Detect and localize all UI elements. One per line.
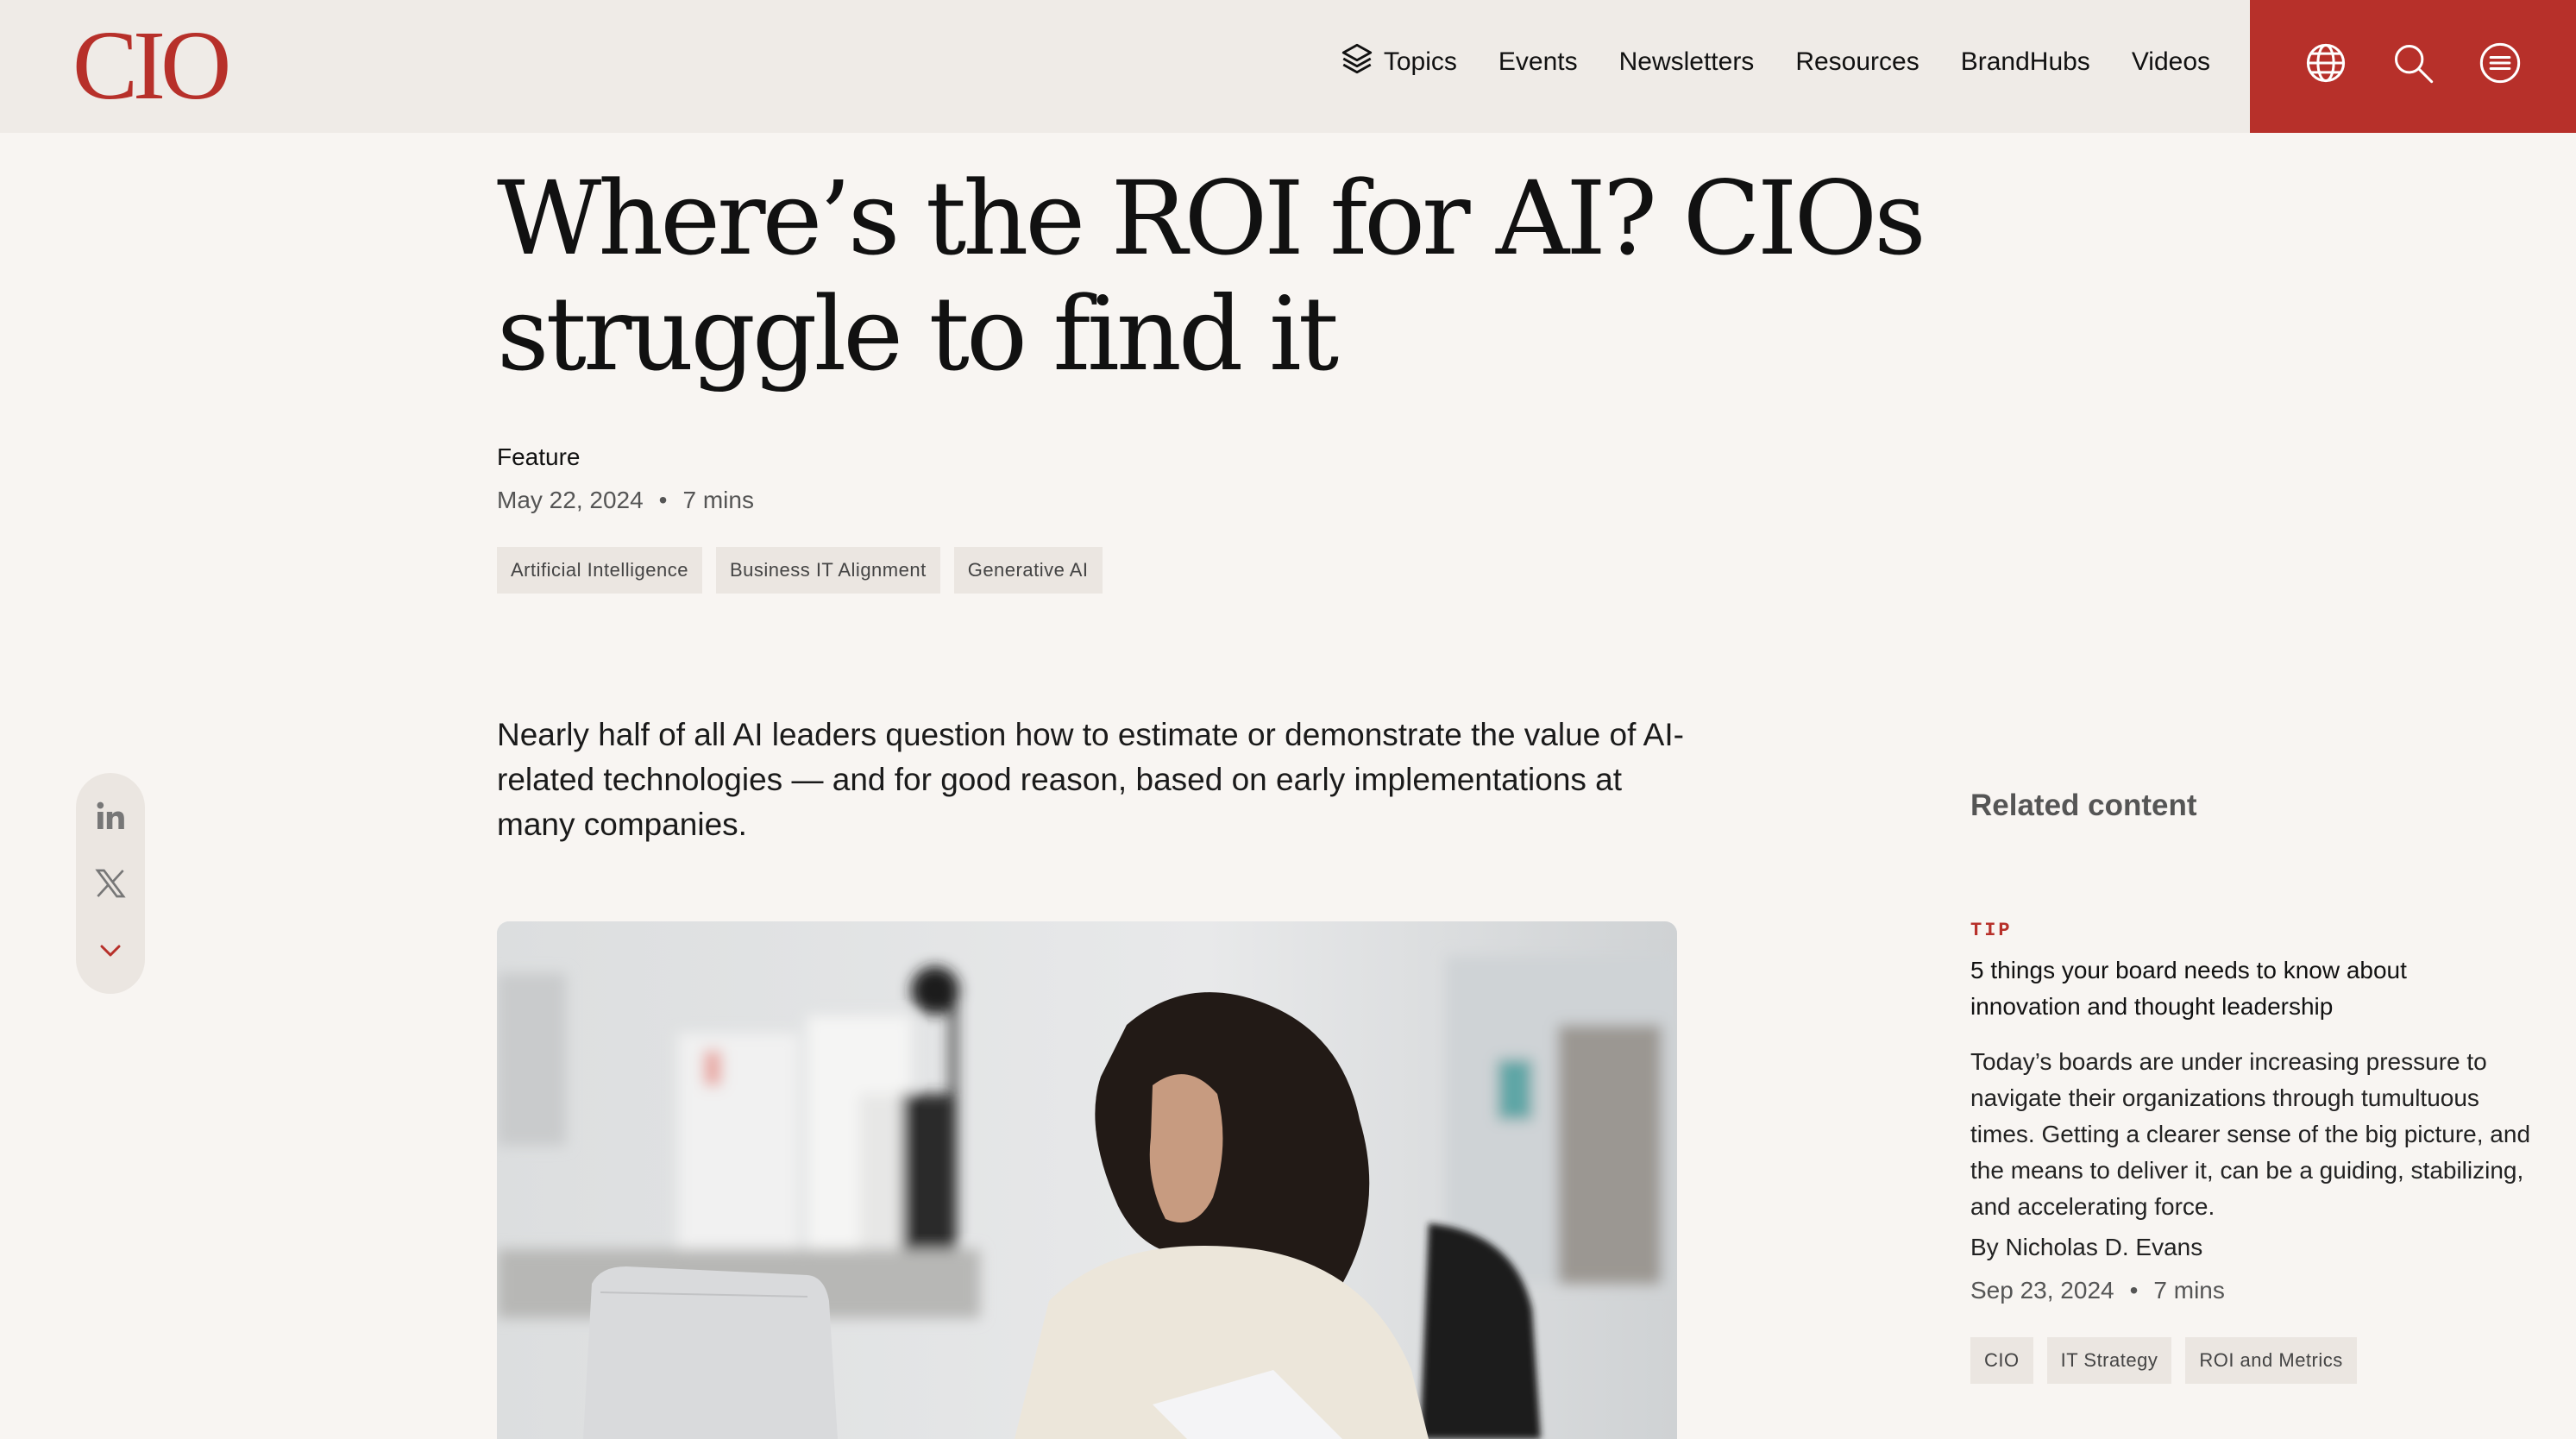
chevron-down-icon[interactable] (93, 933, 128, 968)
related-author: By Nicholas D. Evans (1970, 1234, 2203, 1260)
meta-separator: • (2129, 1277, 2139, 1304)
nav-resources[interactable]: Resources (1795, 47, 1919, 77)
meta-separator: • (658, 487, 668, 513)
article-tags: Artificial Intelligence Business IT Alig… (497, 547, 1103, 594)
layers-icon (1339, 41, 1375, 84)
nav-label: Newsletters (1618, 47, 1755, 76)
article-lead: Nearly half of all AI leaders question h… (497, 717, 1684, 842)
related-kicker: TIP (1970, 920, 2013, 941)
site-header: CIO Topics Events Newsletters Resources … (0, 0, 2576, 133)
x-icon[interactable] (93, 866, 128, 901)
tag-chip[interactable]: ROI and Metrics (2185, 1337, 2357, 1384)
tag-chip[interactable]: CIO (1970, 1337, 2033, 1384)
linkedin-icon[interactable] (93, 799, 128, 833)
related-date: Sep 23, 2024 (1970, 1277, 2114, 1304)
nav-topics[interactable]: Topics (1339, 41, 1457, 84)
tag-chip[interactable]: Artificial Intelligence (497, 547, 702, 594)
nav-brandhubs[interactable]: BrandHubs (1961, 47, 2090, 77)
tag-chip[interactable]: Generative AI (953, 547, 1103, 594)
article-meta: May 22, 2024 • 7 mins (497, 487, 754, 514)
related-read-time: 7 mins (2153, 1277, 2225, 1304)
nav-newsletters[interactable]: Newsletters (1619, 47, 1755, 77)
nav-label: Resources (1795, 47, 1919, 76)
share-rail (76, 773, 145, 994)
hero-image (497, 921, 1677, 1439)
article-read-time: 7 mins (682, 487, 754, 513)
search-icon[interactable] (2391, 41, 2435, 85)
tag-chip[interactable]: IT Strategy (2046, 1337, 2172, 1384)
related-heading: Related content (1970, 789, 2197, 822)
related-description: Today’s boards are under increasing pres… (1970, 1048, 2531, 1220)
related-title-link[interactable]: 5 things your board needs to know about … (1970, 952, 2523, 1025)
menu-icon[interactable] (2478, 41, 2523, 85)
nav-events[interactable]: Events (1498, 47, 1578, 77)
site-logo[interactable]: CIO (72, 12, 231, 119)
nav-label: Events (1498, 47, 1578, 76)
article-type: Feature (497, 443, 581, 470)
nav-label: Topics (1383, 47, 1457, 76)
article-date: May 22, 2024 (497, 487, 644, 513)
globe-icon[interactable] (2303, 41, 2348, 85)
nav-label: BrandHubs (1960, 47, 2090, 76)
article-title: Where’s the ROI for AI? CIOs struggle to… (497, 159, 1926, 393)
nav-label: Videos (2131, 47, 2210, 76)
tag-chip[interactable]: Business IT Alignment (715, 547, 940, 594)
main-nav: Topics Events Newsletters Resources Bran… (1297, 0, 2210, 124)
related-meta: Sep 23, 2024 • 7 mins (1970, 1277, 2225, 1304)
utility-bar (2250, 0, 2576, 133)
nav-videos[interactable]: Videos (2132, 47, 2210, 77)
related-tags: CIO IT Strategy ROI and Metrics (1970, 1337, 2357, 1384)
